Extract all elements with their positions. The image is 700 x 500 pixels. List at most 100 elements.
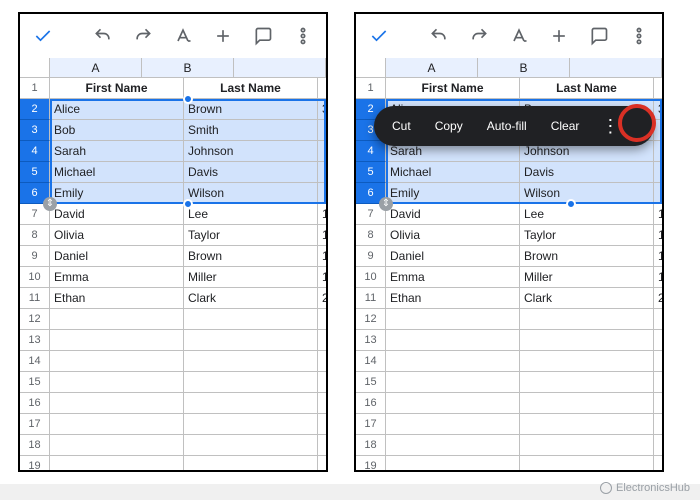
- cell[interactable]: [654, 78, 662, 99]
- cell[interactable]: First Name: [386, 78, 520, 99]
- row-header[interactable]: 18: [356, 435, 386, 456]
- column-header-c-edge[interactable]: [570, 58, 662, 78]
- row-header[interactable]: 13: [20, 330, 50, 351]
- more-button[interactable]: [622, 19, 656, 53]
- cell[interactable]: 1: [654, 204, 662, 225]
- cell[interactable]: Brown: [184, 99, 318, 120]
- cell[interactable]: [318, 351, 326, 372]
- row-header[interactable]: 19: [20, 456, 50, 472]
- row-header[interactable]: 1: [20, 78, 50, 99]
- insert-button[interactable]: [206, 19, 240, 53]
- undo-button[interactable]: [422, 19, 456, 53]
- cell[interactable]: [520, 330, 654, 351]
- row-header[interactable]: 2: [20, 99, 50, 120]
- cell[interactable]: 2: [654, 288, 662, 309]
- cell[interactable]: 3: [318, 99, 326, 120]
- confirm-button[interactable]: [362, 19, 396, 53]
- cell[interactable]: Emma: [386, 267, 520, 288]
- cell[interactable]: [318, 414, 326, 435]
- cell[interactable]: [386, 351, 520, 372]
- cell[interactable]: 1: [318, 204, 326, 225]
- row-header[interactable]: 11: [20, 288, 50, 309]
- cell[interactable]: 1: [318, 246, 326, 267]
- cell[interactable]: Ethan: [50, 288, 184, 309]
- row-header[interactable]: 17: [356, 414, 386, 435]
- cell[interactable]: [654, 183, 662, 204]
- cell[interactable]: Davis: [520, 162, 654, 183]
- redo-button[interactable]: [462, 19, 496, 53]
- cell[interactable]: Olivia: [50, 225, 184, 246]
- cell[interactable]: [50, 372, 184, 393]
- column-header-a[interactable]: A: [386, 58, 478, 78]
- more-button[interactable]: [286, 19, 320, 53]
- row-header[interactable]: 19: [356, 456, 386, 472]
- cell[interactable]: [386, 372, 520, 393]
- cell[interactable]: Ethan: [386, 288, 520, 309]
- cell[interactable]: [654, 456, 662, 472]
- cell[interactable]: [50, 414, 184, 435]
- cell[interactable]: Smith: [184, 120, 318, 141]
- cell[interactable]: [654, 120, 662, 141]
- context-cut[interactable]: Cut: [382, 119, 421, 133]
- row-header[interactable]: 9: [20, 246, 50, 267]
- cell[interactable]: [520, 372, 654, 393]
- cell[interactable]: [318, 78, 326, 99]
- cell[interactable]: [318, 162, 326, 183]
- cell[interactable]: [184, 372, 318, 393]
- row-header[interactable]: 7: [20, 204, 50, 225]
- row-header[interactable]: 8: [356, 225, 386, 246]
- cell[interactable]: 1: [654, 267, 662, 288]
- context-more-icon[interactable]: ⋮: [593, 117, 627, 135]
- cell[interactable]: [520, 393, 654, 414]
- cell[interactable]: [520, 351, 654, 372]
- context-copy[interactable]: Copy: [425, 119, 473, 133]
- cell[interactable]: [654, 351, 662, 372]
- cell[interactable]: [184, 330, 318, 351]
- cell[interactable]: Miller: [184, 267, 318, 288]
- row-header[interactable]: 14: [20, 351, 50, 372]
- cell[interactable]: Sarah: [50, 141, 184, 162]
- cell[interactable]: Davis: [184, 162, 318, 183]
- comment-button[interactable]: [582, 19, 616, 53]
- row-header[interactable]: 14: [356, 351, 386, 372]
- cell[interactable]: Taylor: [520, 225, 654, 246]
- cell[interactable]: Taylor: [184, 225, 318, 246]
- text-format-button[interactable]: [502, 19, 536, 53]
- cell[interactable]: 2: [318, 288, 326, 309]
- column-header-c-edge[interactable]: [234, 58, 326, 78]
- redo-button[interactable]: [126, 19, 160, 53]
- cell[interactable]: Bob: [50, 120, 184, 141]
- row-header[interactable]: 6: [356, 183, 386, 204]
- cell[interactable]: Daniel: [386, 246, 520, 267]
- row-header[interactable]: 10: [356, 267, 386, 288]
- row-header[interactable]: 5: [356, 162, 386, 183]
- row-header[interactable]: 12: [20, 309, 50, 330]
- cell[interactable]: [50, 456, 184, 472]
- cell[interactable]: Olivia: [386, 225, 520, 246]
- row-header[interactable]: 9: [356, 246, 386, 267]
- cell[interactable]: [184, 351, 318, 372]
- row-header[interactable]: 10: [20, 267, 50, 288]
- cell[interactable]: [318, 330, 326, 351]
- row-header[interactable]: 15: [356, 372, 386, 393]
- cell[interactable]: [520, 414, 654, 435]
- select-all-corner[interactable]: [20, 58, 50, 78]
- cell[interactable]: [386, 435, 520, 456]
- cell[interactable]: Wilson: [520, 183, 654, 204]
- cell[interactable]: Miller: [520, 267, 654, 288]
- row-header[interactable]: 1: [356, 78, 386, 99]
- cell[interactable]: [318, 456, 326, 472]
- cell[interactable]: [318, 183, 326, 204]
- cell[interactable]: David: [50, 204, 184, 225]
- cell[interactable]: [386, 309, 520, 330]
- cell[interactable]: Clark: [520, 288, 654, 309]
- cell[interactable]: [184, 393, 318, 414]
- row-header[interactable]: 15: [20, 372, 50, 393]
- row-header[interactable]: 6: [20, 183, 50, 204]
- cell[interactable]: First Name: [50, 78, 184, 99]
- cell[interactable]: 1: [318, 267, 326, 288]
- row-header[interactable]: 7: [356, 204, 386, 225]
- row-header[interactable]: 17: [20, 414, 50, 435]
- cell[interactable]: [184, 435, 318, 456]
- cell[interactable]: [50, 330, 184, 351]
